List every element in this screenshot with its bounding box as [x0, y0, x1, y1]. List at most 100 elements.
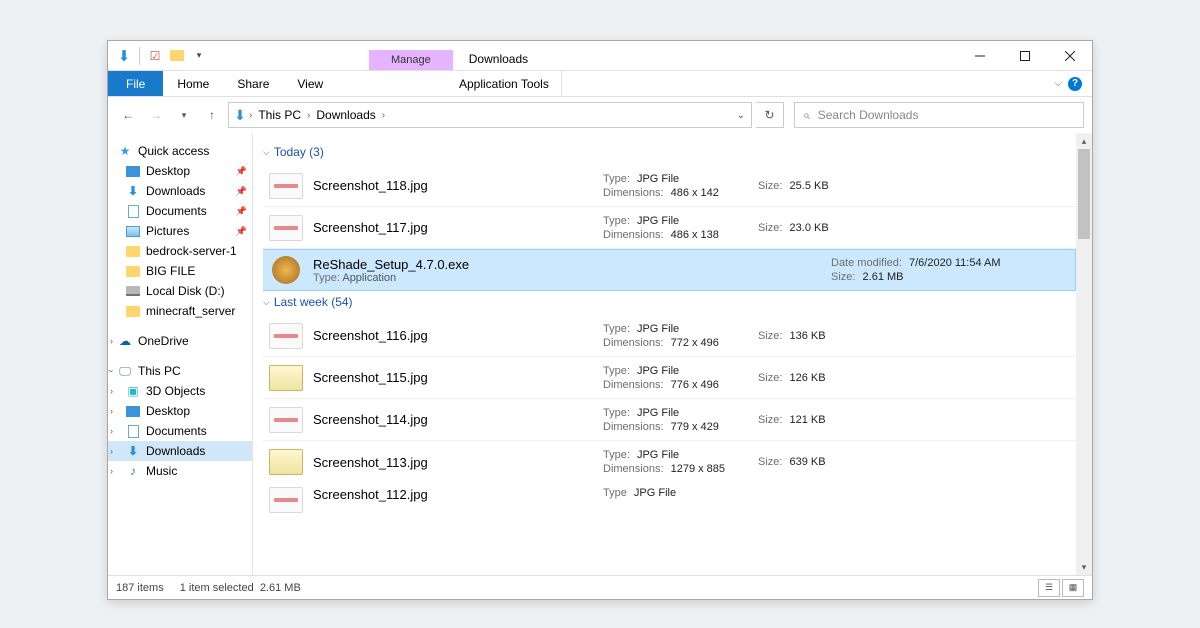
- menu-view[interactable]: View: [283, 71, 337, 96]
- name-column: ReShade_Setup_4.7.0.exeType: Application: [313, 257, 603, 284]
- qat-folder-icon[interactable]: [167, 46, 187, 66]
- breadcrumb-this-pc[interactable]: This PC: [254, 108, 305, 122]
- sidebar-onedrive[interactable]: › ☁ OneDrive: [108, 331, 252, 351]
- chevron-down-icon: ⌵: [263, 147, 270, 158]
- search-icon: ⌕: [803, 108, 810, 123]
- name-column: Screenshot_117.jpg: [313, 220, 603, 235]
- file-type-inline: Type: Application: [313, 272, 603, 284]
- nav-up-button[interactable]: ↑: [200, 103, 224, 127]
- address-dropdown[interactable]: ⌄: [737, 110, 747, 121]
- menu-home[interactable]: Home: [163, 71, 223, 96]
- view-details-button[interactable]: ☰: [1038, 579, 1060, 597]
- sidebar-item[interactable]: Desktop📌: [108, 161, 252, 181]
- ribbon-right: ⌵ ?: [1054, 71, 1092, 96]
- scrollbar-vertical[interactable]: ▴ ▾: [1076, 133, 1092, 575]
- sidebar-item[interactable]: ›▣3D Objects: [108, 381, 252, 401]
- group-header[interactable]: ⌵ Last week (54): [263, 291, 1076, 315]
- scrollbar-down-button[interactable]: ▾: [1076, 559, 1092, 575]
- sidebar-item-label: Downloads: [146, 444, 205, 458]
- name-column: Screenshot_115.jpg: [313, 370, 603, 385]
- search-placeholder: Search Downloads: [818, 108, 919, 122]
- help-icon[interactable]: ?: [1068, 77, 1082, 91]
- sidebar-item[interactable]: minecraft_server: [108, 301, 252, 321]
- context-subtab-application-tools[interactable]: Application Tools: [447, 71, 562, 97]
- status-item-count: 187 items: [116, 582, 164, 594]
- menu-share[interactable]: Share: [223, 71, 283, 96]
- view-tiles-button[interactable]: ▦: [1062, 579, 1084, 597]
- sidebar-item-label: Pictures: [146, 224, 189, 238]
- breadcrumb-sep-0[interactable]: ›: [247, 110, 254, 121]
- chevron-right-icon: ›: [110, 426, 113, 436]
- sidebar-item[interactable]: Local Disk (D:): [108, 281, 252, 301]
- nav-forward-button[interactable]: →: [144, 103, 168, 127]
- sidebar-item[interactable]: Documents📌: [108, 201, 252, 221]
- file-row[interactable]: Screenshot_112.jpgType JPG File: [263, 483, 1076, 511]
- sidebar-this-pc[interactable]: › 🖵 This PC: [108, 361, 252, 381]
- file-row[interactable]: Screenshot_116.jpgType: JPG FileDimensio…: [263, 315, 1076, 357]
- pc-icon: 🖵: [118, 364, 132, 378]
- scrollbar-up-button[interactable]: ▴: [1076, 133, 1092, 149]
- file-thumbnail: [269, 173, 303, 199]
- group-title: Today (3): [274, 145, 324, 159]
- breadcrumb-downloads[interactable]: Downloads: [312, 108, 379, 122]
- file-size-column: Size: 121 KB: [758, 414, 878, 426]
- titlebar: ⬇ ☑ ▾ Manage Downloads: [108, 41, 1092, 71]
- refresh-button[interactable]: ↻: [756, 102, 784, 128]
- pin-icon: 📌: [236, 206, 247, 217]
- sidebar-quick-access[interactable]: ★ Quick access: [108, 141, 252, 161]
- file-name: Screenshot_113.jpg: [313, 455, 603, 470]
- pin-icon: 📌: [236, 186, 247, 197]
- chevron-down-icon: ⌵: [263, 297, 270, 308]
- minimize-button[interactable]: [957, 41, 1002, 70]
- breadcrumb-sep-2[interactable]: ›: [380, 110, 387, 121]
- sidebar-item[interactable]: ⬇Downloads📌: [108, 181, 252, 201]
- sidebar-item[interactable]: bedrock-server-1: [108, 241, 252, 261]
- qat-download-icon[interactable]: ⬇: [114, 46, 134, 66]
- document-icon: [126, 204, 140, 218]
- name-column: Screenshot_112.jpg: [313, 487, 603, 502]
- sidebar-item[interactable]: ›Documents: [108, 421, 252, 441]
- nav-back-button[interactable]: ←: [116, 103, 140, 127]
- sidebar-item-label: Local Disk (D:): [146, 284, 225, 298]
- file-row[interactable]: ReShade_Setup_4.7.0.exeType: Application…: [263, 249, 1076, 291]
- group-header[interactable]: ⌵ Today (3): [263, 141, 1076, 165]
- scrollbar-thumb[interactable]: [1078, 149, 1090, 239]
- file-type-column: Type: JPG FileDimensions: 1279 x 885: [603, 449, 758, 475]
- file-row[interactable]: Screenshot_113.jpgType: JPG FileDimensio…: [263, 441, 1076, 483]
- file-type-column: Type: JPG FileDimensions: 486 x 138: [603, 215, 758, 241]
- file-name: ReShade_Setup_4.7.0.exe: [313, 257, 603, 272]
- breadcrumb-sep-1[interactable]: ›: [305, 110, 312, 121]
- sidebar-item[interactable]: ›Desktop: [108, 401, 252, 421]
- menu-file[interactable]: File: [108, 71, 163, 96]
- file-row[interactable]: Screenshot_117.jpgType: JPG FileDimensio…: [263, 207, 1076, 249]
- sidebar-item-label: BIG FILE: [146, 264, 195, 278]
- file-list[interactable]: ⌵ Today (3)Screenshot_118.jpgType: JPG F…: [253, 133, 1076, 575]
- qat-properties-icon[interactable]: ☑: [145, 46, 165, 66]
- ribbon-tabs: File Home Share View Application Tools ⌵…: [108, 71, 1092, 97]
- sidebar-item[interactable]: ›⬇Downloads: [108, 441, 252, 461]
- sidebar-item-label: bedrock-server-1: [146, 244, 237, 258]
- file-type-column: Type: JPG FileDimensions: 776 x 496: [603, 365, 758, 391]
- qat-separator: [139, 47, 140, 65]
- scrollbar-track[interactable]: [1076, 149, 1092, 559]
- file-row[interactable]: Screenshot_114.jpgType: JPG FileDimensio…: [263, 399, 1076, 441]
- folder-icon: [126, 304, 140, 318]
- sidebar-item[interactable]: BIG FILE: [108, 261, 252, 281]
- qat-dropdown-icon[interactable]: ▾: [189, 46, 209, 66]
- breadcrumb-bar[interactable]: ⬇ › This PC › Downloads › ⌄: [228, 102, 752, 128]
- ribbon-collapse-icon[interactable]: ⌵: [1054, 78, 1062, 89]
- maximize-button[interactable]: [1002, 41, 1047, 70]
- search-box[interactable]: ⌕ Search Downloads: [794, 102, 1084, 128]
- file-row[interactable]: Screenshot_115.jpgType: JPG FileDimensio…: [263, 357, 1076, 399]
- sidebar-item[interactable]: Pictures📌: [108, 221, 252, 241]
- context-tab-manage[interactable]: Manage: [369, 50, 453, 70]
- pictures-icon: [126, 224, 140, 238]
- sidebar-item-label: Desktop: [146, 404, 190, 418]
- nav-recent-dropdown[interactable]: ▾: [172, 103, 196, 127]
- name-column: Screenshot_114.jpg: [313, 412, 603, 427]
- file-row[interactable]: Screenshot_118.jpgType: JPG FileDimensio…: [263, 165, 1076, 207]
- close-button[interactable]: [1047, 41, 1092, 70]
- file-name: Screenshot_118.jpg: [313, 178, 603, 193]
- file-name: Screenshot_117.jpg: [313, 220, 603, 235]
- sidebar-item[interactable]: ›♪Music: [108, 461, 252, 481]
